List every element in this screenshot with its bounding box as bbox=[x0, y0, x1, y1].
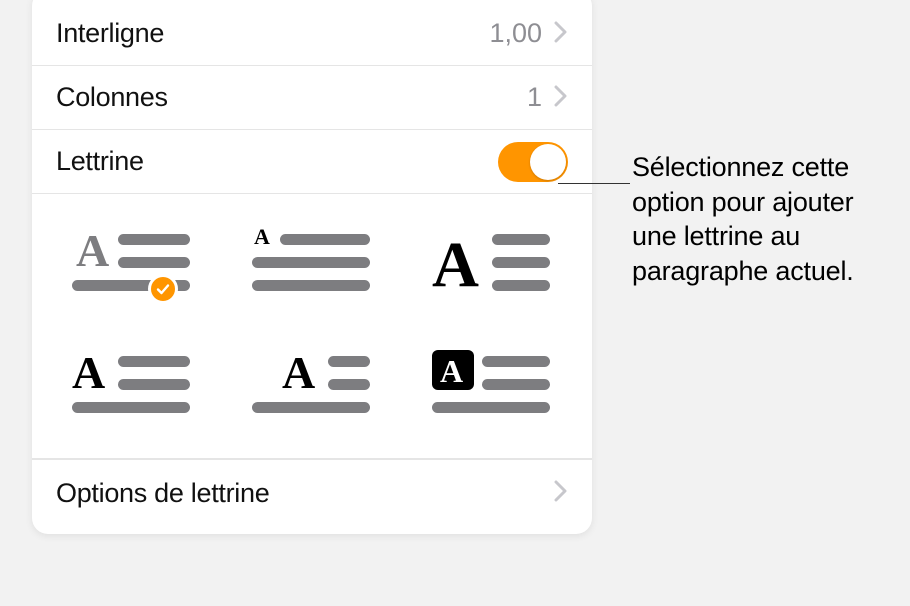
chevron-right-icon bbox=[554, 19, 568, 49]
callout-text: Sélectionnez cette option pour ajouter u… bbox=[632, 150, 898, 288]
svg-text:A: A bbox=[432, 229, 479, 301]
svg-text:A: A bbox=[254, 224, 270, 249]
toggle-knob bbox=[530, 144, 566, 180]
dropcap-icon-3: A bbox=[432, 224, 552, 302]
selected-check-icon bbox=[148, 274, 178, 304]
dropcap-icon-5: A bbox=[252, 346, 372, 424]
svg-text:A: A bbox=[72, 347, 105, 398]
svg-text:A: A bbox=[282, 347, 315, 398]
dropcap-icon-2: A bbox=[252, 224, 372, 302]
row-lettrine: Lettrine bbox=[32, 130, 592, 194]
svg-text:A: A bbox=[76, 225, 109, 276]
value-colonnes: 1 bbox=[527, 82, 542, 113]
label-interligne: Interligne bbox=[56, 18, 489, 49]
chevron-right-icon bbox=[554, 83, 568, 113]
svg-text:A: A bbox=[440, 353, 463, 389]
dropcap-style-2[interactable]: A bbox=[252, 224, 372, 302]
lettrine-toggle[interactable] bbox=[498, 142, 568, 182]
row-colonnes[interactable]: Colonnes 1 bbox=[32, 66, 592, 130]
callout-leader-line bbox=[558, 183, 630, 184]
chevron-right-icon bbox=[554, 478, 568, 508]
row-options-lettrine[interactable]: Options de lettrine bbox=[32, 459, 592, 526]
dropcap-icon-4: A bbox=[72, 346, 192, 424]
dropcap-icon-6: A bbox=[432, 346, 552, 424]
dropcap-style-4[interactable]: A bbox=[72, 346, 192, 424]
dropcap-style-1[interactable]: A bbox=[72, 224, 192, 302]
value-interligne: 1,00 bbox=[489, 18, 542, 49]
label-lettrine: Lettrine bbox=[56, 146, 498, 177]
dropcap-style-3[interactable]: A bbox=[432, 224, 552, 302]
format-panel: Interligne 1,00 Colonnes 1 Lettrine A bbox=[32, 0, 592, 534]
dropcap-style-5[interactable]: A bbox=[252, 346, 372, 424]
dropcap-style-6[interactable]: A bbox=[432, 346, 552, 424]
label-options-lettrine: Options de lettrine bbox=[56, 478, 554, 509]
row-interligne[interactable]: Interligne 1,00 bbox=[32, 2, 592, 66]
dropcap-style-grid: A A A bbox=[32, 194, 592, 459]
label-colonnes: Colonnes bbox=[56, 82, 527, 113]
